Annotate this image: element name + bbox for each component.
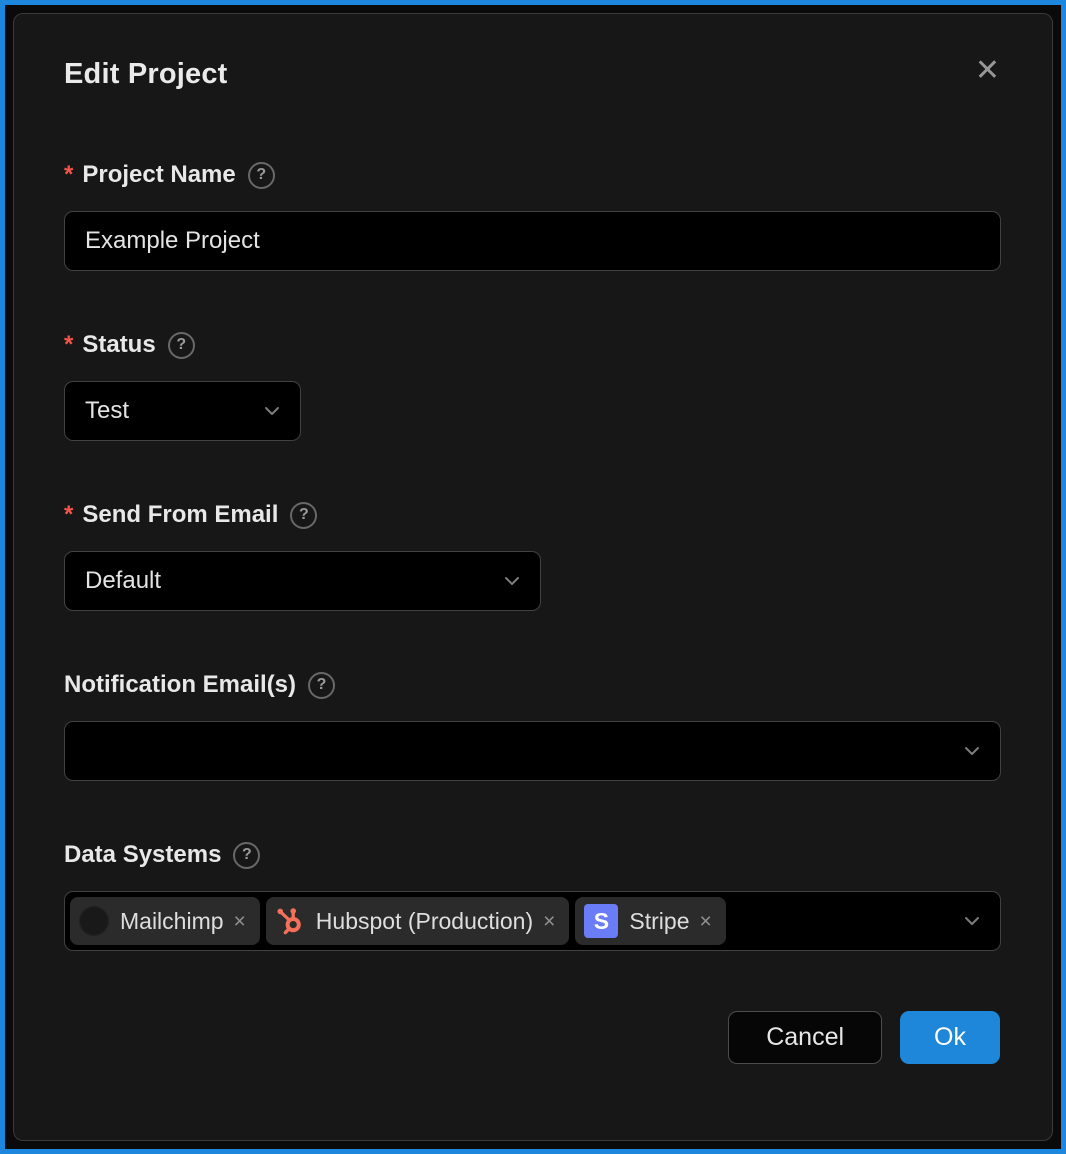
send-from-email-selected-value: Default [85,567,161,595]
field-data-systems: Data Systems ? Mailchimp × [64,841,1000,951]
chevron-down-icon [960,909,984,933]
modal-footer: Cancel Ok [64,1011,1000,1064]
edit-project-modal: Edit Project ✕ * Project Name ? * Status… [13,13,1053,1141]
mailchimp-icon [79,906,109,936]
project-name-label: Project Name [82,161,235,189]
page-background: { "modal": { "title": "Edit Project", "c… [0,0,1066,1154]
tag-label: Hubspot (Production) [316,908,533,935]
chevron-down-icon [960,739,984,763]
chevron-down-icon [500,569,524,593]
send-from-email-label: Send From Email [82,501,278,529]
field-send-from-email: * Send From Email ? Default [64,501,1000,611]
status-label-row: * Status ? [64,331,1000,359]
status-label: Status [82,331,155,359]
help-icon[interactable]: ? [248,162,275,189]
required-asterisk: * [64,331,73,359]
notification-emails-label-row: Notification Email(s) ? [64,671,1000,699]
status-select[interactable]: Test [64,381,301,441]
modal-title: Edit Project [64,58,228,91]
project-name-label-row: * Project Name ? [64,161,1000,189]
project-name-input[interactable] [85,212,980,270]
data-systems-label: Data Systems [64,841,221,869]
tag-label: Mailchimp [120,908,224,935]
remove-tag-icon[interactable]: × [700,911,712,932]
remove-tag-icon[interactable]: × [234,911,246,932]
tag-mailchimp: Mailchimp × [70,897,260,945]
help-icon[interactable]: ? [308,672,335,699]
help-icon[interactable]: ? [290,502,317,529]
hubspot-icon [275,906,305,936]
chevron-down-icon [260,399,284,423]
cancel-button[interactable]: Cancel [728,1011,882,1064]
stripe-icon: S [584,904,618,938]
field-status: * Status ? Test [64,331,1000,441]
data-systems-multiselect[interactable]: Mailchimp × Hubspot (Production) × [64,891,1001,951]
tag-label: Stripe [629,908,689,935]
help-icon[interactable]: ? [233,842,260,869]
notification-emails-select[interactable] [64,721,1001,781]
send-from-email-label-row: * Send From Email ? [64,501,1000,529]
status-selected-value: Test [85,397,129,425]
send-from-email-select[interactable]: Default [64,551,541,611]
tag-stripe: S Stripe × [575,897,725,945]
remove-tag-icon[interactable]: × [543,911,555,932]
modal-header: Edit Project ✕ [64,58,1000,91]
required-asterisk: * [64,501,73,529]
field-notification-emails: Notification Email(s) ? [64,671,1000,781]
notification-emails-label: Notification Email(s) [64,671,296,699]
data-systems-label-row: Data Systems ? [64,841,1000,869]
ok-button[interactable]: Ok [900,1011,1000,1064]
required-asterisk: * [64,161,73,189]
project-name-input-wrap [64,211,1001,271]
close-icon[interactable]: ✕ [975,56,1000,86]
tag-hubspot: Hubspot (Production) × [266,897,570,945]
field-project-name: * Project Name ? [64,161,1000,271]
help-icon[interactable]: ? [168,332,195,359]
